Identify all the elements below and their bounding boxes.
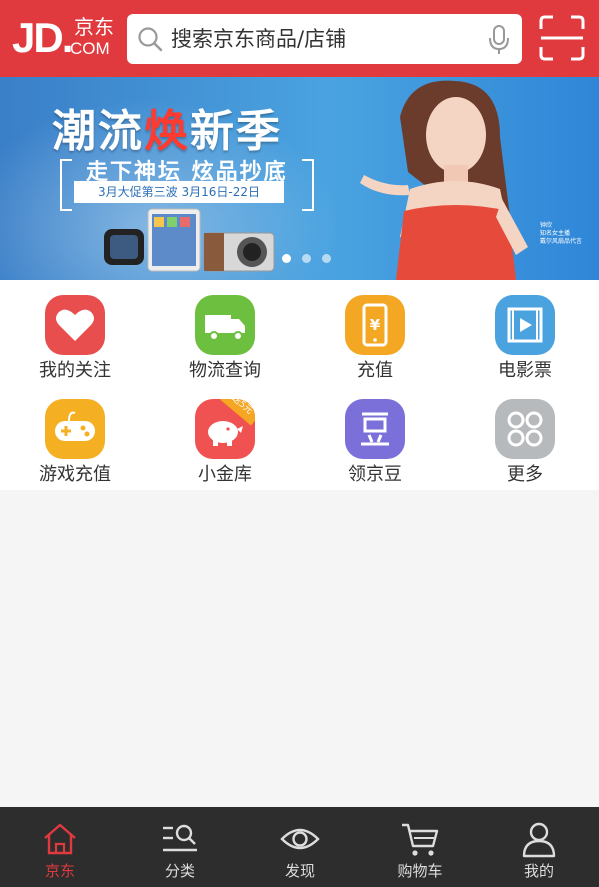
caption-line-3: 戴尔风扇品代言 bbox=[540, 238, 583, 245]
search-input[interactable] bbox=[171, 22, 471, 56]
banner-model-image bbox=[360, 80, 528, 280]
grid-item-small-vault[interactable]: 送5元 小金库 bbox=[150, 384, 300, 488]
truck-icon bbox=[195, 295, 255, 355]
logo-cn-text: 京东 bbox=[74, 15, 114, 39]
grid-item-label: 小金库 bbox=[198, 464, 252, 485]
tab-cart[interactable]: 购物车 bbox=[360, 807, 480, 887]
carousel-dot-3[interactable] bbox=[322, 254, 331, 263]
search-bar[interactable] bbox=[127, 14, 522, 64]
logo-com-text: COM bbox=[70, 39, 110, 58]
bottom-tab-bar: 京东 分类 发现 购物车 我的 bbox=[0, 807, 599, 887]
film-icon bbox=[495, 295, 555, 355]
category-icon bbox=[163, 824, 197, 852]
grid-item-jd-beans[interactable]: 领京豆 bbox=[300, 384, 450, 488]
banner-date: 3月大促第三波 3月16日-22日 bbox=[74, 181, 284, 203]
gamepad-icon bbox=[45, 399, 105, 459]
tab-discover[interactable]: 发现 bbox=[240, 807, 360, 887]
carousel-dot-2[interactable] bbox=[302, 254, 311, 263]
tab-label: 京东 bbox=[44, 862, 75, 880]
banner-title-part2: 新季 bbox=[190, 106, 282, 157]
tab-home[interactable]: 京东 bbox=[0, 807, 120, 887]
grid-item-label: 领京豆 bbox=[348, 464, 402, 485]
carousel-indicator[interactable] bbox=[282, 254, 331, 263]
bean-icon bbox=[345, 399, 405, 459]
logo-jd-text: JD. bbox=[12, 14, 73, 61]
jd-logo[interactable]: JD. 京东 COM bbox=[12, 15, 118, 61]
grid-item-label: 游戏充值 bbox=[39, 464, 111, 485]
quick-entry-grid: 我的关注 物流查询 ¥ 充值 电影票 游戏充值 送5元 小金库 领京豆 更多 bbox=[0, 280, 599, 490]
grid-item-label: 物流查询 bbox=[189, 360, 261, 381]
user-icon bbox=[522, 822, 556, 858]
grid-item-logistics[interactable]: 物流查询 bbox=[150, 280, 300, 384]
home-icon bbox=[44, 823, 76, 855]
promo-banner[interactable]: 潮流焕新季 走下神坛 炫品抄底 3月大促第三波 3月16日-22日 钟欣 知名女… bbox=[0, 77, 599, 280]
tab-label: 分类 bbox=[164, 862, 195, 880]
grid-item-my-follow[interactable]: 我的关注 bbox=[0, 280, 150, 384]
grid-item-label: 电影票 bbox=[498, 360, 552, 381]
microphone-icon[interactable] bbox=[486, 24, 512, 56]
discover-eye-icon bbox=[280, 828, 320, 850]
more-icon bbox=[495, 399, 555, 459]
caption-line-2: 知名女主播 bbox=[540, 230, 571, 237]
scan-icon[interactable] bbox=[539, 15, 585, 61]
tab-label: 购物车 bbox=[397, 862, 443, 880]
tab-label: 发现 bbox=[284, 862, 315, 880]
carousel-dot-1[interactable] bbox=[282, 254, 291, 263]
grid-item-game-recharge[interactable]: 游戏充值 bbox=[0, 384, 150, 488]
tab-my[interactable]: 我的 bbox=[479, 807, 599, 887]
phone-yen-icon: ¥ bbox=[345, 295, 405, 355]
banner-title-highlight: 焕 bbox=[144, 106, 190, 157]
banner-title-part1: 潮流 bbox=[52, 106, 144, 157]
svg-text:¥: ¥ bbox=[370, 316, 381, 334]
grid-item-label: 更多 bbox=[507, 464, 543, 485]
tab-label: 我的 bbox=[523, 862, 554, 880]
heart-icon bbox=[45, 295, 105, 355]
banner-caption: 钟欣 知名女主播 戴尔风扇品代言 bbox=[540, 222, 596, 246]
cart-icon bbox=[402, 823, 439, 856]
grid-item-movie-ticket[interactable]: 电影票 bbox=[450, 280, 599, 384]
header: JD. 京东 COM bbox=[0, 0, 599, 77]
piggy-bank-icon: 送5元 bbox=[195, 399, 255, 459]
banner-title: 潮流焕新季 bbox=[52, 95, 282, 159]
grid-item-label: 我的关注 bbox=[39, 360, 111, 381]
grid-item-label: 充值 bbox=[357, 360, 393, 381]
tab-category[interactable]: 分类 bbox=[120, 807, 240, 887]
grid-item-more[interactable]: 更多 bbox=[450, 384, 599, 488]
grid-item-recharge[interactable]: ¥ 充值 bbox=[300, 280, 450, 384]
banner-products-image bbox=[104, 208, 275, 272]
caption-line-1: 钟欣 bbox=[540, 222, 553, 229]
search-icon bbox=[138, 27, 163, 52]
